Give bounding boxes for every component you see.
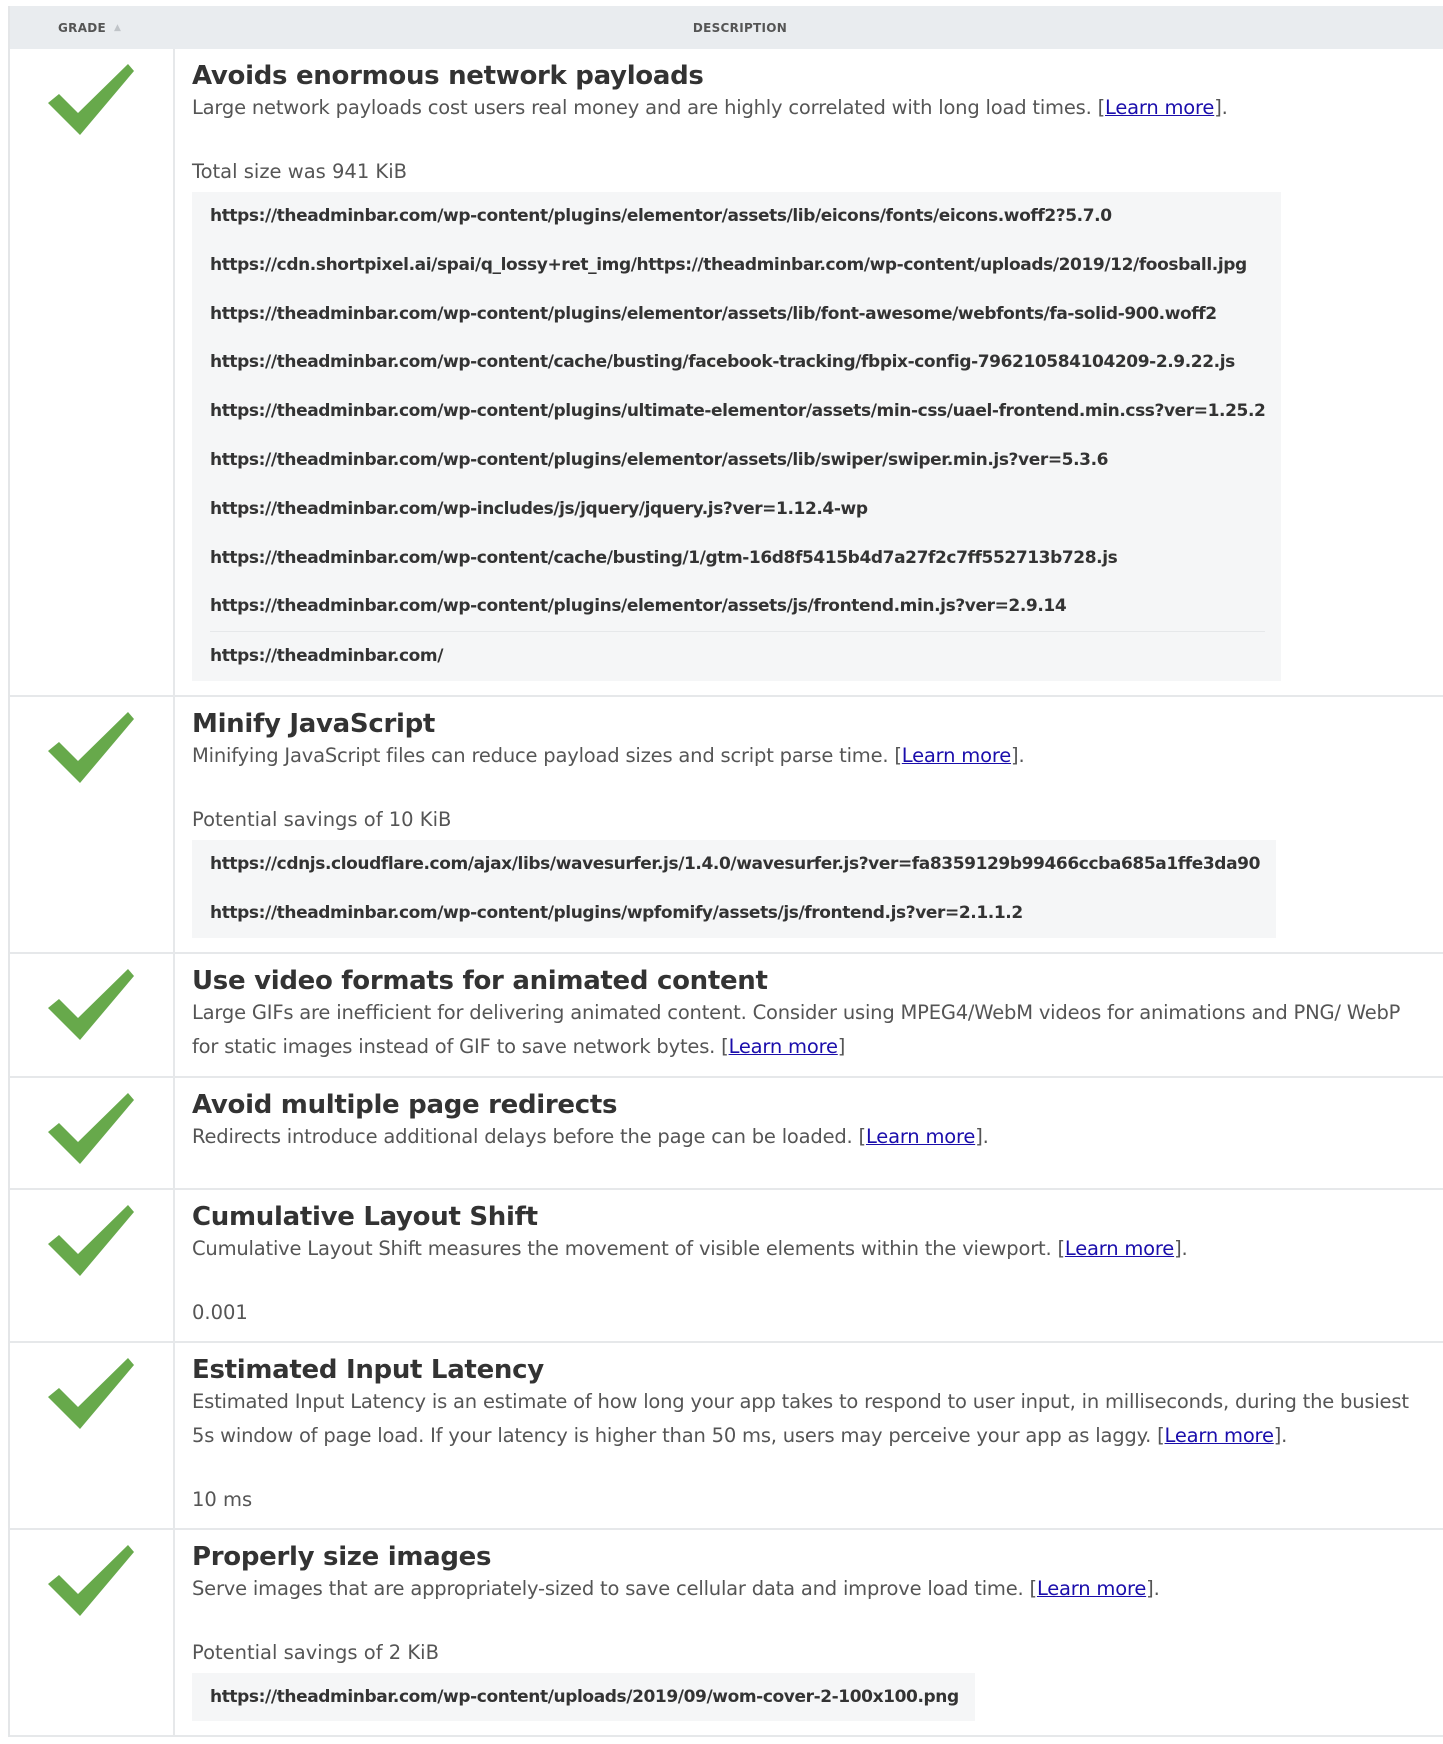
grade-header-label: GRADE: [58, 20, 107, 35]
audit-description-text: Redirects introduce additional delays be…: [192, 1124, 853, 1148]
audit-description: Redirects introduce additional delays be…: [192, 1124, 989, 1148]
audit-description-suffix: .: [1153, 1576, 1160, 1600]
audit-title: Estimated Input Latency: [192, 1354, 544, 1385]
table-row: Use video formats for animated content L…: [10, 953, 1443, 1078]
audit-description: Serve images that are appropriately-size…: [192, 1576, 1160, 1600]
description-cell: Avoid multiple page redirects Redirects …: [175, 1078, 1443, 1188]
url-list-item: https://theadminbar.com/wp-content/cache…: [210, 547, 1118, 568]
audit-title: Avoids enormous network payloads: [192, 61, 704, 91]
table-row: Cumulative Layout Shift Cumulative Layou…: [10, 1189, 1443, 1343]
grade-cell: [10, 49, 175, 695]
checkmark-icon: [48, 64, 134, 135]
audit-title: Use video formats for animated content: [192, 965, 768, 996]
learn-more-link[interactable]: Learn more: [729, 1035, 838, 1058]
url-list-item: https://theadminbar.com/wp-content/plugi…: [210, 303, 1217, 324]
table-row: Minify JavaScript Minifying JavaScript f…: [10, 696, 1443, 954]
learn-more-link[interactable]: Learn more: [1105, 96, 1214, 119]
description-column-header: DESCRIPTION: [175, 6, 1443, 49]
audit-description: Large network payloads cost users real m…: [192, 96, 1228, 119]
learn-more-link[interactable]: Learn more: [866, 1125, 975, 1148]
grade-cell: [10, 1077, 175, 1188]
checkmark-icon: [48, 1092, 134, 1164]
checkmark-icon: [48, 711, 134, 783]
description-cell: Minify JavaScript Minifying JavaScript f…: [175, 697, 1443, 952]
grade-cell: [10, 1342, 175, 1528]
table-body: Avoids enormous network payloads Large n…: [10, 49, 1443, 1738]
audit-description-text: Large network payloads cost users real m…: [192, 96, 1092, 119]
audit-description: Estimated Input Latency is an estimate o…: [192, 1389, 1409, 1447]
audit-table: GRADE ▲ DESCRIPTION Avoids enormous netw…: [8, 6, 1443, 1738]
url-list-item: https://theadminbar.com/wp-content/plugi…: [210, 206, 1112, 226]
audit-description-text: Serve images that are appropriately-size…: [192, 1576, 1024, 1600]
url-list-item: https://theadminbar.com/wp-content/plugi…: [210, 449, 1109, 470]
url-list-item: https://theadminbar.com/: [210, 631, 1266, 681]
url-list: https://theadminbar.com/wp-content/plugi…: [192, 192, 1282, 681]
audit-metric: Total size was 941 KiB: [192, 160, 408, 183]
audit-title: Cumulative Layout Shift: [192, 1201, 538, 1232]
audit-metric: 10 ms: [192, 1487, 253, 1511]
audit-metric: Potential savings of 2 KiB: [192, 1640, 439, 1664]
audit-metric: Potential savings of 10 KiB: [192, 807, 452, 831]
audit-title: Avoid multiple page redirects: [192, 1089, 618, 1120]
table-row: Avoid multiple page redirects Redirects …: [10, 1077, 1443, 1190]
url-list: https://theadminbar.com/wp-content/uploa…: [192, 1672, 975, 1722]
checkmark-icon: [48, 1357, 134, 1429]
audit-description-suffix: .: [1281, 1423, 1288, 1447]
url-list-item: https://cdn.shortpixel.ai/spai/q_lossy+r…: [210, 254, 1247, 275]
audit-description-text: Minifying JavaScript files can reduce pa…: [192, 743, 889, 767]
audit-description: Cumulative Layout Shift measures the mov…: [192, 1236, 1188, 1260]
table-row: Properly size images Serve images that a…: [10, 1529, 1443, 1738]
description-cell: Use video formats for animated content L…: [175, 954, 1443, 1076]
grade-column-header[interactable]: GRADE ▲: [10, 6, 175, 49]
grade-cell: [10, 1529, 175, 1736]
url-list-item: https://theadminbar.com/wp-content/plugi…: [210, 596, 1067, 617]
table-row: Estimated Input Latency Estimated Input …: [10, 1342, 1443, 1530]
checkmark-icon: [48, 1204, 134, 1276]
learn-more-link[interactable]: Learn more: [1065, 1237, 1174, 1260]
learn-more-link[interactable]: Learn more: [902, 744, 1011, 767]
description-header-label: DESCRIPTION: [692, 20, 788, 35]
description-cell: Properly size images Serve images that a…: [175, 1530, 1443, 1736]
audit-description-suffix: .: [1181, 1236, 1188, 1260]
learn-more-link[interactable]: Learn more: [1037, 1577, 1146, 1600]
table-header: GRADE ▲ DESCRIPTION: [10, 6, 1443, 49]
description-cell: Avoids enormous network payloads Large n…: [175, 49, 1443, 695]
learn-more-link[interactable]: Learn more: [1165, 1424, 1274, 1447]
audit-description-text: Cumulative Layout Shift measures the mov…: [192, 1236, 1052, 1260]
url-list-item: https://theadminbar.com/wp-content/cache…: [210, 352, 1235, 373]
audit-title: Minify JavaScript: [192, 708, 436, 739]
checkmark-icon: [48, 1544, 134, 1616]
audit-metric: 0.001: [192, 1300, 248, 1324]
grade-cell: [10, 696, 175, 952]
audit-description-suffix: .: [1018, 743, 1025, 767]
url-list: https://cdnjs.cloudflare.com/ajax/libs/w…: [192, 839, 1277, 938]
url-list-item: https://theadminbar.com/wp-content/plugi…: [210, 902, 1023, 923]
grade-cell: [10, 953, 175, 1076]
audit-description-suffix: .: [1221, 96, 1228, 119]
sort-up-icon[interactable]: ▲: [114, 23, 121, 33]
description-cell: Cumulative Layout Shift Cumulative Layou…: [175, 1190, 1443, 1341]
audit-title: Properly size images: [192, 1541, 492, 1572]
audit-description: Minifying JavaScript files can reduce pa…: [192, 743, 1025, 767]
checkmark-icon: [48, 968, 134, 1040]
grade-cell: [10, 1189, 175, 1341]
audit-description: Large GIFs are inefficient for deliverin…: [192, 1000, 1401, 1058]
url-list-item: https://theadminbar.com/wp-includes/js/j…: [210, 498, 868, 519]
url-list-item: https://cdnjs.cloudflare.com/ajax/libs/w…: [210, 853, 1261, 874]
table-row: Avoids enormous network payloads Large n…: [10, 49, 1443, 697]
url-list-item: https://theadminbar.com/wp-content/plugi…: [210, 401, 1266, 422]
description-cell: Estimated Input Latency Estimated Input …: [175, 1343, 1443, 1528]
url-list-item: https://theadminbar.com/wp-content/uploa…: [210, 1686, 959, 1707]
audit-description-suffix: .: [982, 1124, 989, 1148]
